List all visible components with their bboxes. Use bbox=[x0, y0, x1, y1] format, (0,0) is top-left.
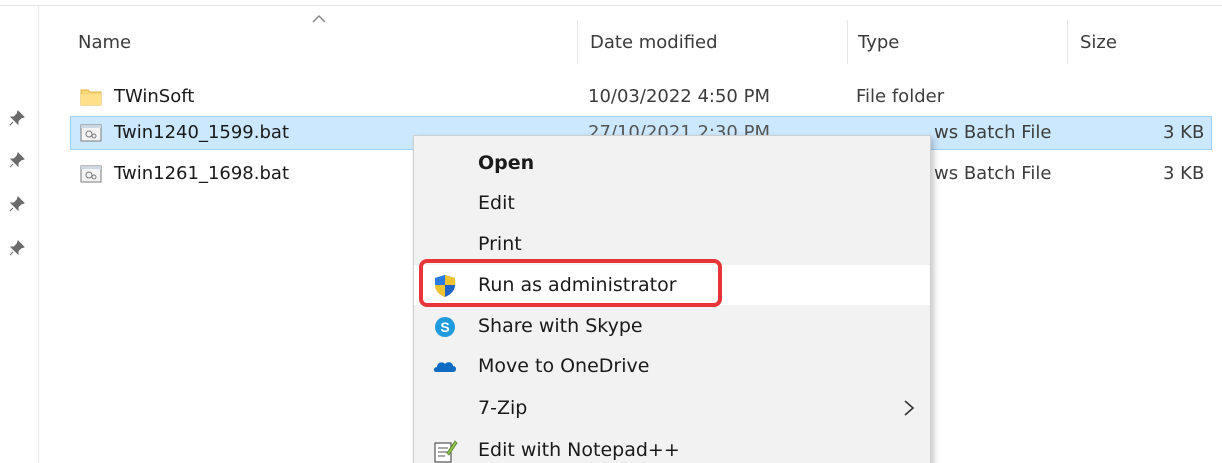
column-header-row: Name Date modified Type Size bbox=[40, 14, 1222, 64]
menu-item-7-zip[interactable]: 7-Zip bbox=[414, 388, 930, 428]
file-row[interactable]: TWinSoft 10/03/2022 4:50 PM File folder bbox=[70, 80, 1212, 114]
menu-item-label: 7-Zip bbox=[478, 397, 528, 419]
menu-item-label: Run as administrator bbox=[478, 274, 677, 296]
sort-ascending-icon bbox=[312, 14, 326, 23]
menu-item-print[interactable]: Print bbox=[414, 224, 930, 264]
column-divider[interactable] bbox=[1067, 20, 1068, 64]
file-type: ws Batch File bbox=[934, 163, 1052, 184]
uac-shield-icon bbox=[435, 275, 455, 297]
menu-item-share-with-skype[interactable]: S Share with Skype bbox=[414, 306, 930, 346]
menu-item-move-to-onedrive[interactable]: Move to OneDrive bbox=[414, 346, 930, 386]
column-header-size[interactable]: Size bbox=[1070, 30, 1117, 56]
column-divider[interactable] bbox=[577, 20, 578, 64]
menu-item-label: Print bbox=[478, 233, 522, 255]
file-name: TWinSoft bbox=[114, 86, 195, 107]
menu-item-label: Edit bbox=[478, 192, 515, 214]
batch-file-icon bbox=[80, 124, 102, 142]
column-header-date-modified[interactable]: Date modified bbox=[580, 30, 718, 56]
column-header-type[interactable]: Type bbox=[848, 30, 899, 56]
chevron-right-icon bbox=[904, 400, 915, 416]
file-name: Twin1240_1599.bat bbox=[114, 122, 289, 143]
batch-file-icon bbox=[80, 165, 102, 183]
menu-item-label: Open bbox=[478, 152, 535, 174]
svg-text:S: S bbox=[440, 319, 449, 335]
menu-item-run-as-administrator[interactable]: Run as administrator bbox=[414, 265, 930, 305]
notepad-plus-plus-icon bbox=[434, 440, 458, 463]
context-menu: Open Edit Print Run as administrator S S… bbox=[413, 135, 931, 463]
top-divider bbox=[0, 5, 1222, 6]
file-size: 3 KB bbox=[1163, 163, 1205, 184]
onedrive-icon bbox=[433, 362, 456, 372]
skype-icon: S bbox=[435, 317, 455, 337]
pin-icon[interactable] bbox=[9, 240, 25, 256]
menu-item-open[interactable]: Open bbox=[414, 143, 930, 183]
menu-item-label: Share with Skype bbox=[478, 315, 643, 337]
file-size: 3 KB bbox=[1163, 122, 1205, 143]
file-type: ws Batch File bbox=[934, 122, 1052, 143]
pin-icon[interactable] bbox=[9, 110, 25, 126]
column-header-name[interactable]: Name bbox=[68, 30, 131, 56]
file-date: 10/03/2022 4:50 PM bbox=[588, 86, 770, 107]
pin-icon[interactable] bbox=[9, 196, 25, 212]
menu-item-edit-with-notepad-plus-plus[interactable]: Edit with Notepad++ bbox=[414, 430, 930, 463]
pin-icon[interactable] bbox=[9, 152, 25, 168]
navigation-pane bbox=[0, 6, 39, 463]
menu-item-label: Edit with Notepad++ bbox=[478, 439, 680, 461]
menu-item-label: Move to OneDrive bbox=[478, 355, 650, 377]
file-explorer-window: Name Date modified Type Size TWinSoft 10… bbox=[0, 0, 1222, 463]
file-type: File folder bbox=[856, 86, 945, 107]
menu-item-edit[interactable]: Edit bbox=[414, 183, 930, 223]
folder-icon bbox=[80, 89, 102, 106]
file-name: Twin1261_1698.bat bbox=[114, 163, 289, 184]
